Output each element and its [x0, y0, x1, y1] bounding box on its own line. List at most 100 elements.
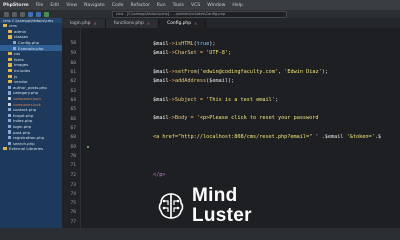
line-number: 59	[70, 51, 76, 56]
editor-tabs: login.php × functions.php × Config.php ×	[62, 18, 400, 28]
line-number: 67	[70, 126, 76, 131]
code-line-66: $mail->Body = '<p>Please click to reset …	[153, 115, 319, 121]
file-icon	[13, 40, 16, 45]
menu-view[interactable]: View	[66, 3, 77, 8]
file-icon	[8, 85, 11, 89]
file-icon	[8, 130, 11, 134]
menu-edit[interactable]: Edit	[50, 3, 59, 8]
line-number: 71	[70, 163, 76, 168]
close-icon[interactable]: ×	[194, 21, 197, 26]
tree-item-label: category.php	[13, 90, 39, 96]
sync-icon[interactable]	[20, 11, 25, 17]
tree-item-label: js	[14, 73, 18, 79]
tree-item-label: includes	[14, 68, 31, 74]
open-folder-icon[interactable]	[4, 11, 9, 17]
tree-item-label: search.php	[13, 140, 35, 146]
line-number: 66	[70, 117, 76, 122]
tab-login[interactable]: login.php ×	[62, 19, 106, 28]
code-line-58: $mail->isHTML(true);	[153, 41, 216, 47]
menu-file[interactable]: File	[36, 3, 44, 8]
tree-item-label: vendor	[14, 79, 28, 85]
file-icon	[8, 113, 11, 117]
line-number: 76	[70, 210, 76, 215]
project-label: cms C:\xampp\htdocs\cms	[0, 18, 62, 23]
line-number: 68	[70, 135, 76, 140]
tree-item-label: Example.php	[18, 45, 44, 51]
path-bar: cms - [C:\xampp\htdocs\cms] - ...\admin\…	[112, 10, 287, 18]
tree-item-label: External Libraries	[9, 146, 44, 152]
line-number: 62	[70, 79, 76, 84]
line-number: 61	[70, 70, 76, 75]
line-number: 75	[70, 201, 76, 206]
tree-item-label: login.php	[13, 123, 32, 129]
line-number: 72	[70, 173, 76, 178]
menu-navigate[interactable]: Navigate	[84, 3, 105, 8]
brand-line-2: Luster	[192, 205, 252, 226]
line-number: 65	[70, 107, 76, 112]
folder-icon	[8, 29, 12, 33]
folder-icon	[3, 24, 7, 28]
tree-folder[interactable]: External Libraries	[0, 146, 62, 152]
folder-icon	[8, 68, 12, 73]
file-icon	[8, 136, 11, 140]
folder-icon	[8, 35, 12, 39]
menu-bar: PhpStorm File Edit View Navigate Code Re…	[0, 0, 400, 10]
tab-config[interactable]: Config.php ×	[159, 19, 207, 28]
line-number-gutter: 58 59 60 61 62 63 64 65 66 67 68 69 70 7…	[62, 28, 81, 228]
menu-window[interactable]: Window	[207, 3, 225, 8]
brand-text: Mind Luster	[192, 186, 252, 225]
tab-label: login.php	[70, 21, 91, 26]
menu-tools[interactable]: Tools	[173, 3, 184, 8]
file-icon	[8, 96, 11, 101]
brain-icon	[158, 192, 184, 219]
line-number: 63	[70, 89, 76, 94]
code-line-64: $mail->Subject = 'This is a test email';	[153, 97, 278, 103]
project-tree: cms admin classes Config.php Example.php css f…	[0, 23, 62, 152]
back-icon[interactable]	[28, 11, 33, 17]
tree-item-label: author_posts.php	[13, 84, 47, 90]
tree-item-label: registration.php	[13, 135, 45, 141]
tree-item-label: images	[14, 62, 29, 68]
menu-refactor[interactable]: Refactor	[131, 3, 150, 8]
forward-icon[interactable]	[36, 11, 41, 17]
folder-icon	[3, 147, 7, 151]
folder-icon	[8, 63, 12, 67]
line-number: 69	[70, 145, 76, 150]
tree-item-label: contact.php	[13, 107, 37, 113]
tree-item-label: admin	[14, 28, 27, 34]
menu-vcs[interactable]: VCS	[191, 3, 200, 8]
line-number: 64	[70, 98, 76, 103]
line-number: 77	[70, 220, 76, 225]
menu-run[interactable]: Run	[157, 3, 166, 8]
brand-line-1: Mind	[192, 185, 238, 206]
close-icon[interactable]: ×	[93, 21, 96, 26]
tree-item-label: composer.json	[13, 96, 42, 102]
tree-item-label: post.php	[13, 129, 31, 135]
tree-item-label: index.php	[13, 118, 33, 124]
menu-code[interactable]: Code	[112, 3, 124, 8]
tab-functions[interactable]: functions.php ×	[105, 19, 160, 28]
code-line-61: $mail->setFrom('edwin@codingfaculty.com'…	[153, 69, 328, 75]
folder-icon	[8, 52, 12, 56]
project-panel: cms C:\xampp\htdocs\cms cms admin classes C…	[0, 18, 63, 240]
file-icon	[8, 119, 11, 123]
folder-icon	[8, 80, 12, 84]
save-icon[interactable]	[12, 11, 17, 17]
line-number: 70	[70, 154, 76, 159]
folder-icon	[8, 74, 12, 78]
mind-luster-logo: Mind Luster	[156, 186, 252, 225]
menu-help[interactable]: Help	[232, 3, 242, 8]
close-icon[interactable]: ×	[147, 21, 150, 26]
tree-item-label: cms	[9, 23, 17, 29]
breakpoint-marker-icon[interactable]	[87, 146, 89, 148]
run-icon[interactable]	[44, 11, 49, 17]
file-icon	[8, 124, 11, 129]
tree-item-label: fonts	[14, 56, 24, 62]
status-bar	[0, 228, 400, 240]
toolbar: cms - [C:\xampp\htdocs\cms] - ...\admin\…	[0, 10, 400, 18]
tab-label: functions.php	[113, 21, 144, 26]
file-icon	[8, 102, 11, 106]
tree-item-label: css	[14, 51, 21, 57]
tab-label: Config.php	[167, 21, 191, 26]
code-line-72: </p>	[153, 172, 166, 178]
